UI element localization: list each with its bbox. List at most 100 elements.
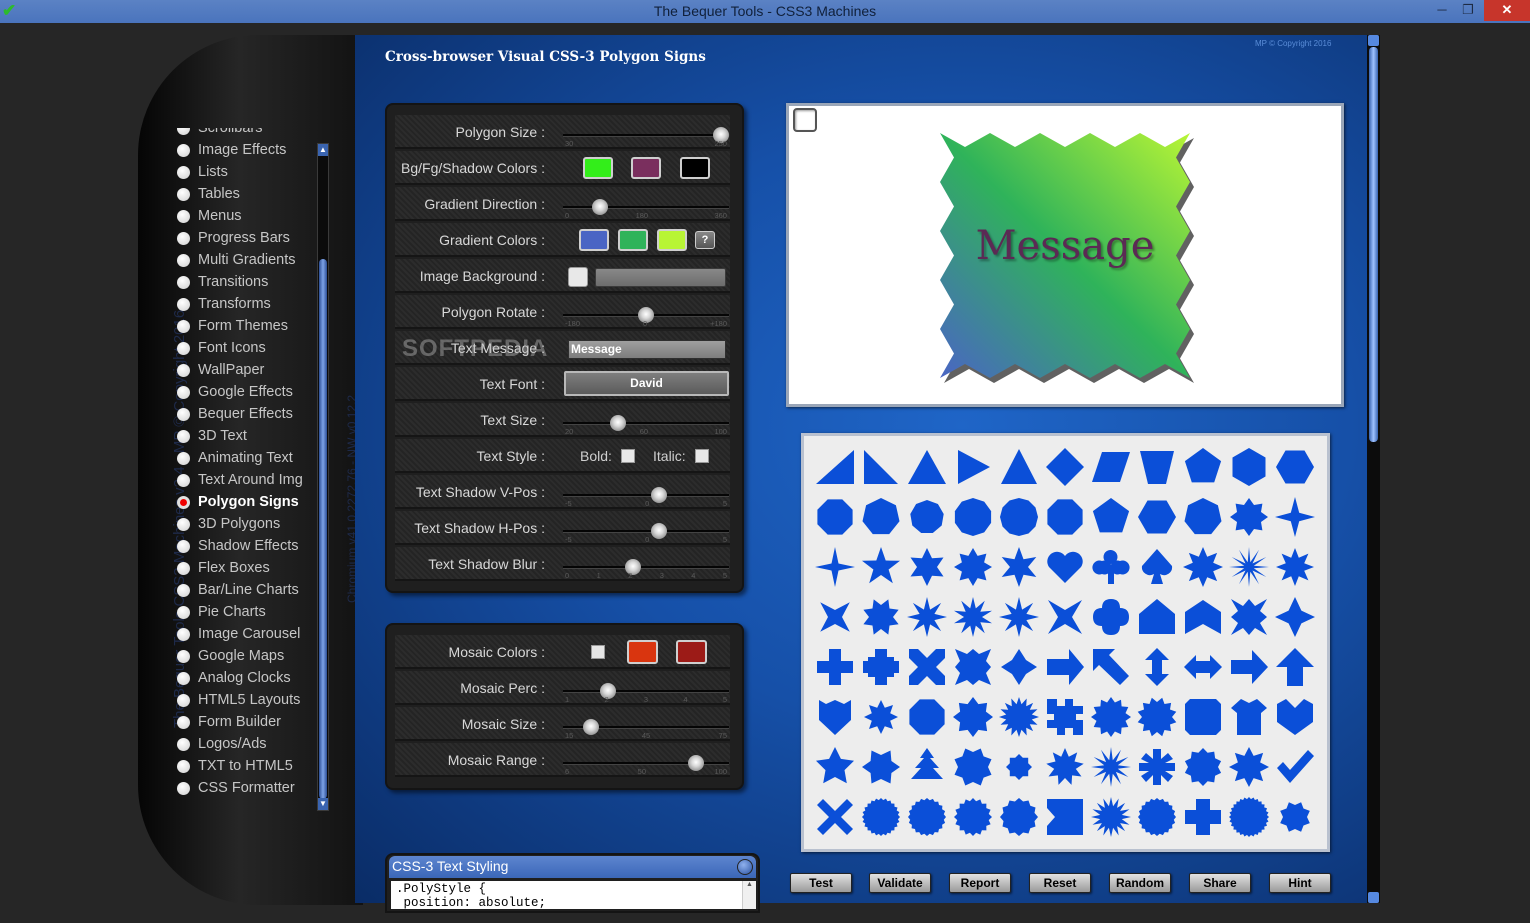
sidebar-item-menus[interactable]: Menus	[173, 205, 318, 227]
shape-cell[interactable]	[860, 796, 906, 846]
polygon-shape-20[interactable]	[1182, 496, 1224, 538]
sidebar-item-text-around-img[interactable]: Text Around Img	[173, 469, 318, 491]
sidebar-item-shadow-effects[interactable]: Shadow Effects	[173, 535, 318, 557]
shape-cell[interactable]	[1274, 496, 1320, 546]
shape-cell[interactable]	[1274, 446, 1320, 496]
shape-cell[interactable]	[1090, 496, 1136, 546]
shape-cell[interactable]	[1136, 646, 1182, 696]
text-message-input[interactable]: Message	[568, 340, 726, 359]
sidebar-item-google-maps[interactable]: Google Maps	[173, 645, 318, 667]
polygon-shape-87[interactable]	[1228, 796, 1270, 838]
shape-cell[interactable]	[814, 596, 860, 646]
polygon-shape-33[interactable]	[1274, 546, 1316, 588]
shape-cell[interactable]	[952, 796, 998, 846]
shape-cell[interactable]	[814, 446, 860, 496]
gradient-color-3[interactable]	[657, 229, 687, 251]
shape-cell[interactable]	[1090, 546, 1136, 596]
polygon-shape-6[interactable]	[1044, 446, 1086, 488]
polygon-shape-43[interactable]	[1228, 596, 1270, 638]
sidebar-item-html5-layouts[interactable]: HTML5 Layouts	[173, 689, 318, 711]
sidebar-item-transitions[interactable]: Transitions	[173, 271, 318, 293]
polygon-size-slider[interactable]: 30 250	[563, 123, 729, 148]
polygon-shape-17[interactable]	[1044, 496, 1086, 538]
shape-cell[interactable]	[814, 696, 860, 746]
sidebar-scrollbar[interactable]: ▲ ▼	[317, 143, 329, 811]
share-button[interactable]: Share	[1189, 873, 1251, 893]
shape-cell[interactable]	[998, 746, 1044, 796]
shape-cell[interactable]	[952, 746, 998, 796]
close-button[interactable]: ✕	[1484, 0, 1530, 21]
bold-checkbox[interactable]	[621, 449, 635, 463]
italic-checkbox[interactable]	[695, 449, 709, 463]
shape-cell[interactable]	[952, 496, 998, 546]
shape-cell[interactable]	[906, 546, 952, 596]
sidebar-item-google-effects[interactable]: Google Effects	[173, 381, 318, 403]
polygon-shape-16[interactable]	[998, 496, 1040, 538]
sidebar-item-progress-bars[interactable]: Progress Bars	[173, 227, 318, 249]
shape-cell[interactable]	[1228, 496, 1274, 546]
sidebar-item-transforms[interactable]: Transforms	[173, 293, 318, 315]
polygon-shape-26[interactable]	[952, 546, 994, 588]
polygon-shape-23[interactable]	[814, 546, 856, 588]
sidebar-item-flex-boxes[interactable]: Flex Boxes	[173, 557, 318, 579]
shape-cell[interactable]	[1090, 596, 1136, 646]
shadow-hpos-slider[interactable]: -5 0 5	[563, 519, 729, 544]
polygon-shape-85[interactable]	[1136, 796, 1178, 838]
shape-cell[interactable]	[1228, 746, 1274, 796]
shape-cell[interactable]	[998, 546, 1044, 596]
polygon-shape-79[interactable]	[860, 796, 902, 838]
mosaic-range-slider[interactable]: 6 50 100	[563, 751, 729, 776]
polygon-shape-29[interactable]	[1090, 546, 1132, 588]
polygon-shape-49[interactable]	[998, 646, 1040, 688]
mosaic-size-slider[interactable]: 15 45 75	[563, 715, 729, 740]
mosaic-color-2[interactable]	[627, 640, 658, 664]
polygon-shape-52[interactable]	[1136, 646, 1178, 688]
polygon-shape-56[interactable]	[814, 696, 856, 738]
shape-cell[interactable]	[1044, 496, 1090, 546]
polygon-shape-72[interactable]	[1044, 746, 1086, 788]
css-panel-toggle-button[interactable]	[737, 859, 753, 875]
sidebar-item-3d-text[interactable]: 3D Text	[173, 425, 318, 447]
polygon-shape-48[interactable]	[952, 646, 994, 688]
polygon-shape-74[interactable]	[1136, 746, 1178, 788]
sidebar-item-bequer-effects[interactable]: Bequer Effects	[173, 403, 318, 425]
shape-cell[interactable]	[906, 596, 952, 646]
polygon-shape-18[interactable]	[1090, 496, 1132, 538]
polygon-shape-35[interactable]	[860, 596, 902, 638]
shape-cell[interactable]	[1044, 546, 1090, 596]
polygon-shape-21[interactable]	[1228, 496, 1270, 538]
maximize-button[interactable]: ❐	[1456, 0, 1480, 21]
shape-cell[interactable]	[1182, 546, 1228, 596]
sidebar-item-pie-charts[interactable]: Pie Charts	[173, 601, 318, 623]
minimize-button[interactable]: ─	[1430, 0, 1454, 21]
polygon-shape-62[interactable]	[1090, 696, 1132, 738]
main-scroll-up-arrow[interactable]	[1368, 35, 1379, 46]
shape-cell[interactable]	[860, 546, 906, 596]
shape-cell[interactable]	[1044, 696, 1090, 746]
polygon-shape-60[interactable]	[998, 696, 1040, 738]
polygon-shape-77[interactable]	[1274, 746, 1316, 788]
shape-cell[interactable]	[1090, 796, 1136, 846]
shape-cell[interactable]	[952, 696, 998, 746]
mosaic-color-3[interactable]	[676, 640, 707, 664]
shape-cell[interactable]	[1090, 646, 1136, 696]
shape-cell[interactable]	[1182, 596, 1228, 646]
shape-cell[interactable]	[906, 496, 952, 546]
polygon-shape-61[interactable]	[1044, 696, 1086, 738]
shape-cell[interactable]	[906, 646, 952, 696]
reset-button[interactable]: Reset	[1029, 873, 1091, 893]
css-code-scrollbar[interactable]: ▲	[742, 881, 756, 909]
shape-cell[interactable]	[860, 746, 906, 796]
shape-cell[interactable]	[814, 546, 860, 596]
text-font-select[interactable]: David	[564, 371, 729, 396]
polygon-shape-34[interactable]	[814, 596, 856, 638]
sidebar-item-analog-clocks[interactable]: Analog Clocks	[173, 667, 318, 689]
polygon-shape-2[interactable]	[860, 446, 902, 488]
polygon-shape-44[interactable]	[1274, 596, 1316, 638]
shape-cell[interactable]	[952, 546, 998, 596]
shape-cell[interactable]	[906, 796, 952, 846]
polygon-shape-45[interactable]	[814, 646, 856, 688]
shape-cell[interactable]	[1136, 746, 1182, 796]
polygon-shape-63[interactable]	[1136, 696, 1178, 738]
shape-cell[interactable]	[814, 796, 860, 846]
